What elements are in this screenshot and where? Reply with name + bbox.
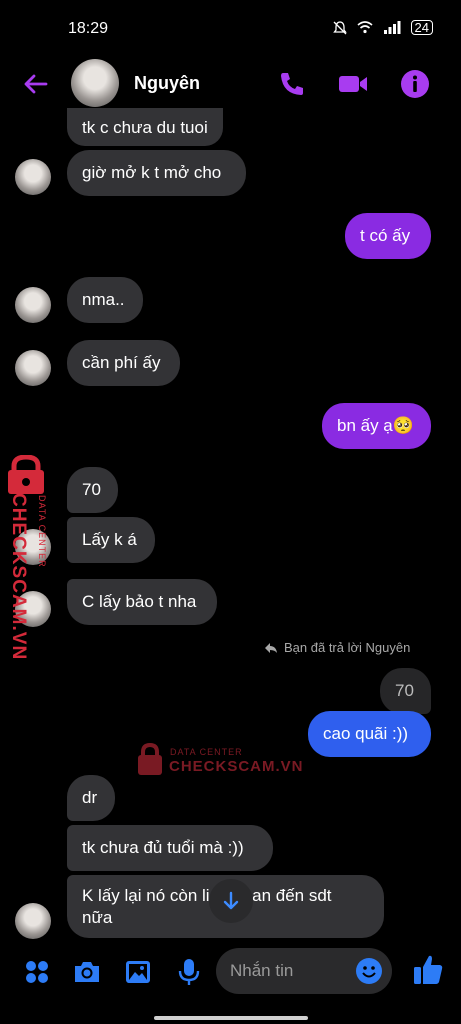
sender-avatar[interactable]	[15, 287, 51, 323]
reply-note: Bạn đã trả lời Nguyên	[264, 640, 410, 655]
apps-icon[interactable]	[22, 957, 52, 987]
sender-avatar[interactable]	[15, 159, 51, 195]
status-time: 18:29	[68, 20, 109, 37]
arrow-down-icon	[223, 891, 239, 910]
emoji-icon[interactable]	[355, 957, 383, 985]
reply-note-text: Bạn đã trả lời Nguyên	[284, 640, 411, 655]
sent-message[interactable]: cao quãi :))	[308, 711, 431, 757]
lock-icon	[138, 742, 162, 775]
watermark-center-main: CHECKSCAM.VN	[169, 758, 304, 775]
message-input-box[interactable]	[216, 948, 392, 994]
sender-avatar[interactable]	[15, 350, 51, 386]
watermark-side-small: DATA CENTER	[37, 495, 47, 568]
chat-header: Nguyên	[0, 58, 461, 112]
quoted-message[interactable]: 70	[380, 668, 431, 714]
contact-avatar[interactable]	[71, 59, 119, 107]
received-message[interactable]: cần phí ấy	[67, 340, 180, 386]
received-message[interactable]: tk chưa đủ tuổi mà :))	[67, 825, 273, 871]
status-bar: 18:29 24	[0, 0, 461, 58]
received-message[interactable]: dr	[67, 775, 115, 821]
camera-icon[interactable]	[72, 957, 102, 987]
sent-message[interactable]: t có ấy	[345, 213, 431, 259]
sender-avatar[interactable]	[15, 903, 51, 939]
home-indicator[interactable]	[154, 1016, 308, 1020]
phone-icon[interactable]	[276, 68, 308, 100]
message-input[interactable]	[216, 948, 346, 994]
received-message[interactable]: nma..	[67, 277, 143, 323]
watermark-side: DATA CENTER CHECKSCAM.VN	[4, 455, 54, 660]
battery-indicator: 24	[410, 20, 433, 35]
received-message[interactable]: tk c chưa du tuoi	[67, 108, 223, 146]
info-icon[interactable]	[399, 68, 431, 100]
video-call-icon[interactable]	[337, 68, 369, 100]
received-message[interactable]: giờ mở k t mở cho	[67, 150, 246, 196]
lock-icon	[8, 455, 44, 494]
contact-name[interactable]: Nguyên	[134, 73, 200, 94]
scroll-to-bottom-button[interactable]	[209, 879, 253, 923]
message-line: K lấy lại nó còn liên quan đến sdt	[82, 885, 332, 905]
status-icons: 24	[332, 20, 433, 35]
microphone-icon[interactable]	[174, 957, 204, 987]
signal-icon	[383, 21, 401, 34]
received-message[interactable]: 70	[67, 467, 118, 513]
sent-message[interactable]: bn ấy ạ🥺	[322, 403, 431, 449]
message-line: nữa	[82, 907, 113, 927]
message-composer	[0, 945, 461, 999]
watermark-side-main: CHECKSCAM.VN	[8, 493, 29, 661]
gallery-icon[interactable]	[123, 957, 153, 987]
wifi-icon	[357, 21, 373, 34]
received-message[interactable]: Lấy k á	[67, 517, 155, 563]
bell-off-icon	[332, 20, 347, 34]
watermark-center-small: DATA CENTER	[170, 747, 243, 757]
received-message[interactable]: C lấy bảo t nha	[67, 579, 217, 625]
thumbs-up-icon[interactable]	[412, 953, 444, 987]
reply-icon	[265, 642, 277, 653]
watermark-center: DATA CENTER CHECKSCAM.VN	[136, 740, 303, 780]
back-arrow-icon[interactable]	[20, 68, 52, 100]
